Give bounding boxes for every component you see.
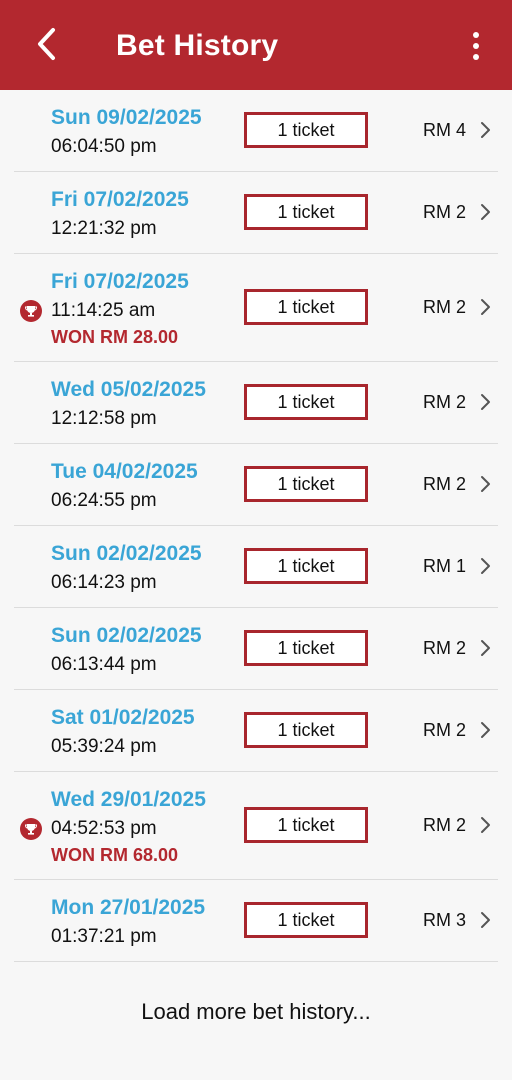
bet-date: Wed 29/01/2025: [51, 788, 206, 811]
bet-date: Mon 27/01/2025: [51, 896, 206, 919]
bet-row[interactable]: Sun 02/02/2025 06:13:44 pm 1 ticket RM 2: [14, 608, 498, 690]
ticket-button[interactable]: 1 ticket: [244, 194, 368, 230]
ticket-button[interactable]: 1 ticket: [244, 466, 368, 502]
bet-amount: RM 1: [422, 556, 466, 576]
bet-row[interactable]: Sun 02/02/2025 06:14:23 pm 1 ticket RM 1: [14, 526, 498, 608]
bet-time: 06:14:23 pm: [51, 572, 157, 593]
bet-time: 12:21:32 pm: [51, 218, 157, 239]
chevron-right-icon: [478, 121, 492, 139]
bet-time: 04:52:53 pm: [51, 818, 157, 839]
app-bar: Bet History: [0, 0, 512, 90]
won-amount: WON RM 68.00: [51, 845, 179, 865]
bet-amount: RM 2: [422, 392, 466, 412]
won-amount: WON RM 28.00: [51, 327, 179, 347]
bet-time: 06:24:55 pm: [51, 490, 157, 511]
trophy-icon: [20, 300, 42, 322]
ticket-button[interactable]: 1 ticket: [244, 712, 368, 748]
back-button[interactable]: [28, 24, 64, 64]
bet-history-list: Sun 09/02/2025 06:04:50 pm 1 ticket RM 4 Fri…: [14, 90, 498, 962]
bet-amount: RM 3: [422, 910, 466, 930]
ticket-button[interactable]: 1 ticket: [244, 112, 368, 148]
bet-row[interactable]: Fri 07/02/2025 12:21:32 pm 1 ticket RM 2: [14, 172, 498, 254]
bet-date: Sun 02/02/2025: [51, 624, 202, 647]
chevron-right-icon: [478, 203, 492, 221]
bet-amount: RM 4: [422, 120, 466, 140]
bet-date: Fri 07/02/2025: [51, 188, 189, 211]
ticket-button[interactable]: 1 ticket: [244, 807, 368, 843]
chevron-right-icon: [478, 298, 492, 316]
ticket-button[interactable]: 1 ticket: [244, 289, 368, 325]
bet-time: 01:37:21 pm: [51, 926, 157, 947]
bet-row[interactable]: Wed 05/02/2025 12:12:58 pm 1 ticket RM 2: [14, 362, 498, 444]
chevron-right-icon: [478, 393, 492, 411]
bet-date: Fri 07/02/2025: [51, 270, 189, 293]
chevron-left-icon: [38, 28, 55, 60]
bet-date: Sun 02/02/2025: [51, 542, 202, 565]
ticket-button[interactable]: 1 ticket: [244, 630, 368, 666]
bet-time: 06:13:44 pm: [51, 654, 157, 675]
bet-amount: RM 2: [422, 474, 466, 494]
trophy-icon: [20, 818, 42, 840]
bet-date: Tue 04/02/2025: [51, 460, 198, 483]
bet-amount: RM 2: [422, 815, 466, 835]
more-options-button[interactable]: [460, 26, 492, 66]
ticket-button[interactable]: 1 ticket: [244, 548, 368, 584]
bet-amount: RM 2: [422, 297, 466, 317]
bet-time: 05:39:24 pm: [51, 736, 157, 757]
bet-row[interactable]: Sat 01/02/2025 05:39:24 pm 1 ticket RM 2: [14, 690, 498, 772]
bet-time: 11:14:25 am: [51, 300, 156, 321]
chevron-right-icon: [478, 475, 492, 493]
ticket-button[interactable]: 1 ticket: [244, 384, 368, 420]
bet-date: Sun 09/02/2025: [51, 106, 202, 129]
page-title: Bet History: [116, 29, 279, 62]
bet-date: Sat 01/02/2025: [51, 706, 195, 729]
bet-time: 06:04:50 pm: [51, 136, 157, 157]
chevron-right-icon: [478, 816, 492, 834]
bet-amount: RM 2: [422, 202, 466, 222]
chevron-right-icon: [478, 911, 492, 929]
bet-time: 12:12:58 pm: [51, 408, 157, 429]
more-vert-icon: [473, 32, 479, 38]
bet-row[interactable]: Sun 09/02/2025 06:04:50 pm 1 ticket RM 4: [14, 90, 498, 172]
bet-date: Wed 05/02/2025: [51, 378, 206, 401]
chevron-right-icon: [478, 557, 492, 575]
bet-amount: RM 2: [422, 720, 466, 740]
chevron-right-icon: [478, 639, 492, 657]
ticket-button[interactable]: 1 ticket: [244, 902, 368, 938]
bet-row[interactable]: Fri 07/02/2025 11:14:25 am WON RM 28.00 1 t…: [14, 254, 498, 362]
load-more-button[interactable]: Load more bet history...: [0, 996, 512, 1028]
bet-row[interactable]: Mon 27/01/2025 01:37:21 pm 1 ticket RM 3: [14, 880, 498, 962]
bet-row[interactable]: Tue 04/02/2025 06:24:55 pm 1 ticket RM 2: [14, 444, 498, 526]
bet-amount: RM 2: [422, 638, 466, 658]
chevron-right-icon: [478, 721, 492, 739]
bet-row[interactable]: Wed 29/01/2025 04:52:53 pm WON RM 68.00 1 t…: [14, 772, 498, 880]
